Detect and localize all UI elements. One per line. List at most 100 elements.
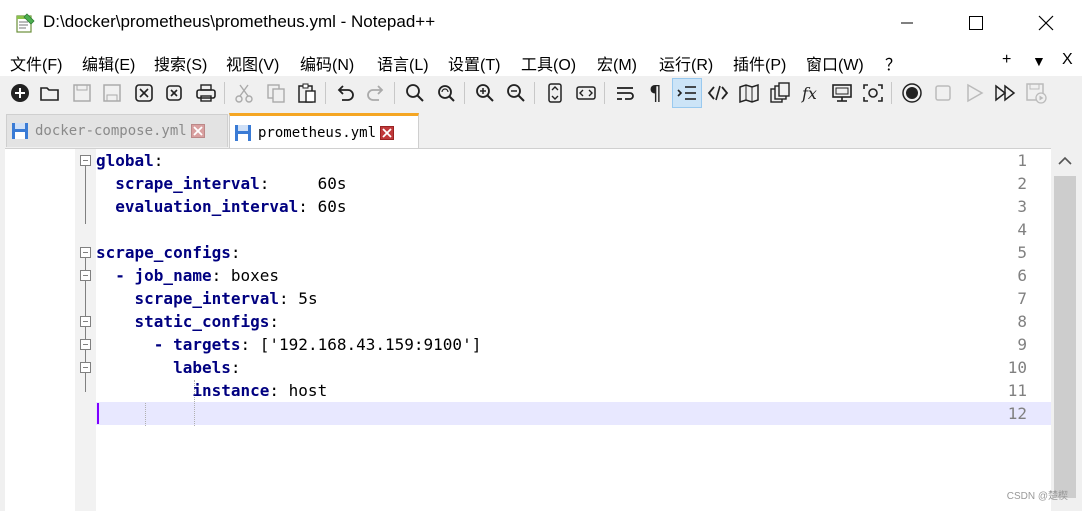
menu-run[interactable]: 运行(R)	[659, 51, 713, 75]
undo-icon	[337, 85, 354, 101]
fold-toggle-icon[interactable]	[80, 247, 91, 258]
tab-label: docker-compose.yml	[35, 123, 187, 139]
redo-button[interactable]	[362, 79, 390, 107]
indent-guide-button[interactable]	[672, 78, 702, 108]
copy-button[interactable]	[262, 79, 290, 107]
menu-language[interactable]: 语言(L)	[377, 51, 429, 75]
document-map-button[interactable]	[735, 79, 763, 107]
zoom-in-icon	[476, 84, 494, 102]
yaml-sep: :	[269, 381, 280, 400]
menu-encoding[interactable]: 编码(N)	[300, 51, 354, 75]
saved-file-icon	[235, 124, 251, 141]
save-icon	[73, 84, 91, 102]
close-all-icon	[166, 85, 182, 101]
run-macro-multiple-icon	[995, 84, 1016, 102]
menu-settings[interactable]: 设置(T)	[448, 51, 500, 75]
paste-button[interactable]	[293, 79, 321, 107]
show-all-chars-button[interactable]: ¶	[642, 79, 670, 107]
new-file-icon	[11, 84, 29, 102]
close-tab-icon[interactable]	[380, 125, 395, 140]
close-all-button[interactable]	[160, 79, 188, 107]
saved-file-icon	[12, 123, 28, 139]
monitor-button[interactable]	[828, 79, 856, 107]
save-all-button[interactable]	[98, 79, 126, 107]
close-tab-icon[interactable]	[190, 124, 205, 138]
open-file-button[interactable]	[36, 79, 64, 107]
menu-bar: 文件(F) 编辑(E) 搜索(S) 视图(V) 编码(N) 语言(L) 设置(T…	[0, 46, 1082, 76]
yaml-key: scrape_interval	[96, 174, 260, 193]
yaml-sep: :	[259, 174, 270, 193]
code-content[interactable]: global: scrape_interval: 60s evaluation_…	[96, 149, 1051, 511]
menu-edit[interactable]: 编辑(E)	[82, 51, 135, 75]
fold-toggle-icon[interactable]	[80, 362, 91, 373]
toolbar-separator	[891, 82, 892, 104]
maximize-button[interactable]	[953, 0, 999, 46]
minimize-button[interactable]	[884, 0, 930, 46]
toolbar: ¶ fx	[0, 76, 1082, 110]
code-line: labels:	[96, 358, 1051, 381]
yaml-sep: :	[298, 197, 308, 216]
menu-window[interactable]: 窗口(W)	[806, 51, 864, 75]
fold-toggle-icon[interactable]	[80, 339, 91, 350]
project-panel-button[interactable]	[766, 79, 794, 107]
record-macro-button[interactable]	[898, 79, 926, 107]
code-line: instance: host	[96, 381, 1051, 404]
close-doc-button[interactable]: X	[1062, 51, 1073, 69]
stop-macro-button[interactable]	[929, 79, 957, 107]
function-list-button[interactable]: fx	[797, 79, 825, 107]
save-button[interactable]	[68, 79, 96, 107]
menu-help[interactable]: ？	[885, 51, 901, 75]
menu-tools[interactable]: 工具(O)	[521, 51, 576, 75]
xml-icon	[707, 85, 729, 101]
scrollbar-thumb[interactable]	[1054, 176, 1076, 498]
editor-area[interactable]: 1 2 3 4 5 6 7 8 9 10 11 12 global: scrap…	[5, 148, 1051, 511]
fold-toggle-icon[interactable]	[80, 316, 91, 327]
tab-docker-compose[interactable]: docker-compose.yml	[6, 114, 228, 147]
zoom-in-button[interactable]	[471, 79, 499, 107]
new-file-button[interactable]	[6, 79, 34, 107]
print-icon	[196, 84, 216, 102]
word-wrap-button[interactable]	[611, 79, 639, 107]
zoom-out-button[interactable]	[502, 79, 530, 107]
menu-macro[interactable]: 宏(M)	[597, 51, 637, 75]
save-macro-button[interactable]	[1022, 79, 1050, 107]
replace-button[interactable]	[432, 79, 460, 107]
close-window-button[interactable]	[1023, 0, 1069, 46]
minimize-icon	[901, 22, 913, 24]
menu-view[interactable]: 视图(V)	[226, 51, 279, 75]
fold-toggle-icon[interactable]	[80, 155, 91, 166]
menu-search[interactable]: 搜索(S)	[154, 51, 207, 75]
stop-macro-icon	[935, 85, 951, 101]
close-icon	[135, 84, 153, 102]
cut-button[interactable]	[230, 79, 258, 107]
play-macro-button[interactable]	[960, 79, 988, 107]
vertical-scrollbar[interactable]	[1051, 148, 1082, 510]
screenshot-button[interactable]	[859, 79, 887, 107]
code-line: scrape_configs:	[96, 243, 1051, 266]
scroll-up-arrow-icon[interactable]	[1058, 156, 1072, 166]
xml-button[interactable]	[704, 79, 732, 107]
yaml-key: scrape_interval	[96, 289, 280, 308]
undo-button[interactable]	[331, 79, 359, 107]
tab-list-dropdown-button[interactable]: ▼	[1032, 53, 1046, 69]
sync-horizontal-icon	[576, 86, 596, 100]
sync-horizontal-button[interactable]	[572, 79, 600, 107]
sync-vertical-button[interactable]	[541, 79, 569, 107]
menu-file[interactable]: 文件(F)	[10, 51, 62, 75]
fold-toggle-icon[interactable]	[80, 270, 91, 281]
svg-text:fx: fx	[801, 84, 817, 103]
menu-plugins[interactable]: 插件(P)	[733, 51, 786, 75]
yaml-sep: :	[279, 289, 289, 308]
find-button[interactable]	[401, 79, 429, 107]
indent-guide-icon	[677, 86, 696, 100]
close-file-button[interactable]	[130, 79, 158, 107]
new-tab-plus-button[interactable]: +	[1002, 51, 1011, 69]
toolbar-separator	[604, 82, 605, 104]
cut-icon	[235, 84, 253, 103]
replace-icon	[438, 85, 455, 102]
show-all-chars-icon: ¶	[649, 82, 662, 104]
run-macro-multiple-button[interactable]	[991, 79, 1019, 107]
tab-prometheus[interactable]: prometheus.yml	[229, 113, 419, 149]
yaml-key: static_configs	[96, 312, 270, 331]
print-button[interactable]	[192, 79, 220, 107]
